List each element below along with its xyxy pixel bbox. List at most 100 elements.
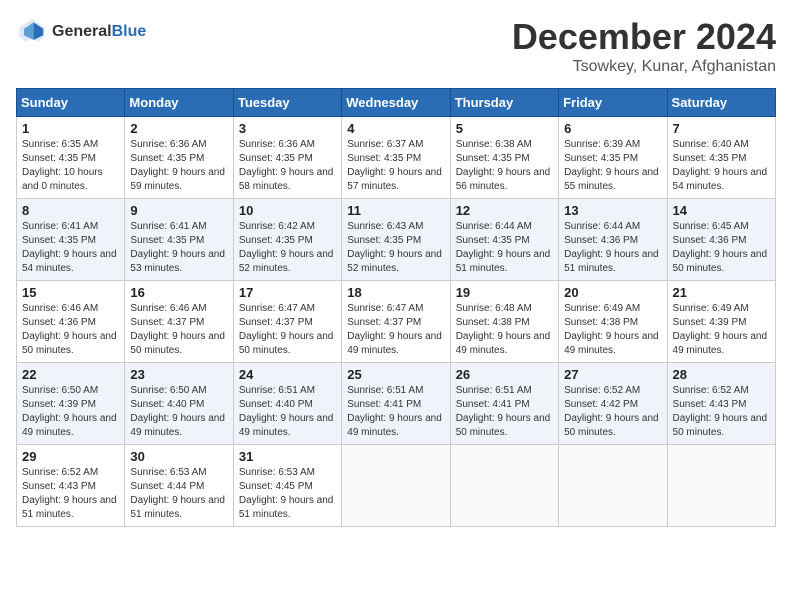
sunset-label: Sunset: 4:41 PM: [347, 399, 421, 410]
day-info: Sunrise: 6:52 AM Sunset: 4:42 PM Dayligh…: [564, 384, 661, 440]
daylight-label: Daylight: 9 hours and 51 minutes.: [239, 495, 334, 520]
daylight-label: Daylight: 9 hours and 50 minutes.: [456, 413, 551, 438]
calendar-cell: 27 Sunrise: 6:52 AM Sunset: 4:42 PM Dayl…: [559, 363, 667, 445]
daylight-label: Daylight: 9 hours and 50 minutes.: [564, 413, 659, 438]
sunset-label: Sunset: 4:35 PM: [564, 153, 638, 164]
calendar-cell: 10 Sunrise: 6:42 AM Sunset: 4:35 PM Dayl…: [233, 199, 341, 281]
day-info: Sunrise: 6:51 AM Sunset: 4:40 PM Dayligh…: [239, 384, 336, 440]
calendar-cell: 12 Sunrise: 6:44 AM Sunset: 4:35 PM Dayl…: [450, 199, 558, 281]
day-number: 27: [564, 367, 661, 382]
sunrise-label: Sunrise: 6:52 AM: [22, 467, 98, 478]
daylight-label: Daylight: 9 hours and 51 minutes.: [130, 495, 225, 520]
daylight-label: Daylight: 9 hours and 55 minutes.: [564, 167, 659, 192]
daylight-label: Daylight: 9 hours and 49 minutes.: [347, 413, 442, 438]
day-number: 19: [456, 285, 553, 300]
calendar-cell: 23 Sunrise: 6:50 AM Sunset: 4:40 PM Dayl…: [125, 363, 233, 445]
calendar-week-row: 29 Sunrise: 6:52 AM Sunset: 4:43 PM Dayl…: [17, 445, 776, 527]
day-number: 8: [22, 203, 119, 218]
day-info: Sunrise: 6:52 AM Sunset: 4:43 PM Dayligh…: [673, 384, 770, 440]
calendar-cell: 24 Sunrise: 6:51 AM Sunset: 4:40 PM Dayl…: [233, 363, 341, 445]
day-number: 31: [239, 449, 336, 464]
calendar-cell: [342, 445, 450, 527]
calendar-week-row: 8 Sunrise: 6:41 AM Sunset: 4:35 PM Dayli…: [17, 199, 776, 281]
daylight-label: Daylight: 9 hours and 59 minutes.: [130, 167, 225, 192]
daylight-label: Daylight: 9 hours and 50 minutes.: [673, 413, 768, 438]
sunset-label: Sunset: 4:39 PM: [22, 399, 96, 410]
sunrise-label: Sunrise: 6:43 AM: [347, 221, 423, 232]
calendar-cell: 26 Sunrise: 6:51 AM Sunset: 4:41 PM Dayl…: [450, 363, 558, 445]
day-info: Sunrise: 6:46 AM Sunset: 4:36 PM Dayligh…: [22, 302, 119, 358]
daylight-label: Daylight: 9 hours and 49 minutes.: [22, 413, 117, 438]
logo-text: GeneralBlue: [52, 23, 146, 41]
calendar-cell: 9 Sunrise: 6:41 AM Sunset: 4:35 PM Dayli…: [125, 199, 233, 281]
day-number: 20: [564, 285, 661, 300]
sunset-label: Sunset: 4:37 PM: [130, 317, 204, 328]
sunrise-label: Sunrise: 6:36 AM: [130, 139, 206, 150]
sunset-label: Sunset: 4:37 PM: [239, 317, 313, 328]
day-number: 16: [130, 285, 227, 300]
location-title: Tsowkey, Kunar, Afghanistan: [512, 58, 776, 76]
day-info: Sunrise: 6:46 AM Sunset: 4:37 PM Dayligh…: [130, 302, 227, 358]
day-info: Sunrise: 6:45 AM Sunset: 4:36 PM Dayligh…: [673, 220, 770, 276]
day-info: Sunrise: 6:47 AM Sunset: 4:37 PM Dayligh…: [347, 302, 444, 358]
calendar-cell: 30 Sunrise: 6:53 AM Sunset: 4:44 PM Dayl…: [125, 445, 233, 527]
daylight-label: Daylight: 9 hours and 54 minutes.: [22, 249, 117, 274]
daylight-label: Daylight: 9 hours and 49 minutes.: [347, 331, 442, 356]
sunset-label: Sunset: 4:44 PM: [130, 481, 204, 492]
day-number: 6: [564, 121, 661, 136]
sunset-label: Sunset: 4:36 PM: [673, 235, 747, 246]
day-number: 1: [22, 121, 119, 136]
day-info: Sunrise: 6:43 AM Sunset: 4:35 PM Dayligh…: [347, 220, 444, 276]
sunrise-label: Sunrise: 6:41 AM: [130, 221, 206, 232]
sunrise-label: Sunrise: 6:44 AM: [456, 221, 532, 232]
day-number: 13: [564, 203, 661, 218]
day-number: 30: [130, 449, 227, 464]
day-info: Sunrise: 6:37 AM Sunset: 4:35 PM Dayligh…: [347, 138, 444, 194]
sunrise-label: Sunrise: 6:42 AM: [239, 221, 315, 232]
logo-general: General: [52, 23, 112, 40]
sunset-label: Sunset: 4:35 PM: [22, 153, 96, 164]
sunrise-label: Sunrise: 6:37 AM: [347, 139, 423, 150]
sunset-label: Sunset: 4:35 PM: [456, 153, 530, 164]
calendar-cell: 20 Sunrise: 6:49 AM Sunset: 4:38 PM Dayl…: [559, 281, 667, 363]
page-header: GeneralBlue December 2024 Tsowkey, Kunar…: [16, 16, 776, 76]
day-info: Sunrise: 6:39 AM Sunset: 4:35 PM Dayligh…: [564, 138, 661, 194]
calendar-cell: 4 Sunrise: 6:37 AM Sunset: 4:35 PM Dayli…: [342, 117, 450, 199]
sunrise-label: Sunrise: 6:35 AM: [22, 139, 98, 150]
daylight-label: Daylight: 9 hours and 51 minutes.: [456, 249, 551, 274]
calendar-header-row: SundayMondayTuesdayWednesdayThursdayFrid…: [17, 89, 776, 117]
daylight-label: Daylight: 9 hours and 49 minutes.: [130, 413, 225, 438]
daylight-label: Daylight: 9 hours and 49 minutes.: [239, 413, 334, 438]
daylight-label: Daylight: 9 hours and 54 minutes.: [673, 167, 768, 192]
sunset-label: Sunset: 4:37 PM: [347, 317, 421, 328]
sunset-label: Sunset: 4:43 PM: [673, 399, 747, 410]
calendar-cell: 25 Sunrise: 6:51 AM Sunset: 4:41 PM Dayl…: [342, 363, 450, 445]
logo-blue: Blue: [112, 23, 147, 40]
sunrise-label: Sunrise: 6:50 AM: [130, 385, 206, 396]
sunrise-label: Sunrise: 6:53 AM: [239, 467, 315, 478]
sunset-label: Sunset: 4:36 PM: [22, 317, 96, 328]
calendar-day-header: Monday: [125, 89, 233, 117]
day-number: 12: [456, 203, 553, 218]
calendar-cell: 11 Sunrise: 6:43 AM Sunset: 4:35 PM Dayl…: [342, 199, 450, 281]
day-info: Sunrise: 6:53 AM Sunset: 4:45 PM Dayligh…: [239, 466, 336, 522]
calendar-day-header: Thursday: [450, 89, 558, 117]
daylight-label: Daylight: 9 hours and 49 minutes.: [673, 331, 768, 356]
day-number: 15: [22, 285, 119, 300]
day-number: 9: [130, 203, 227, 218]
sunrise-label: Sunrise: 6:47 AM: [239, 303, 315, 314]
daylight-label: Daylight: 9 hours and 49 minutes.: [564, 331, 659, 356]
day-info: Sunrise: 6:51 AM Sunset: 4:41 PM Dayligh…: [347, 384, 444, 440]
day-number: 22: [22, 367, 119, 382]
daylight-label: Daylight: 9 hours and 50 minutes.: [239, 331, 334, 356]
calendar-cell: [559, 445, 667, 527]
daylight-label: Daylight: 9 hours and 49 minutes.: [456, 331, 551, 356]
day-info: Sunrise: 6:50 AM Sunset: 4:39 PM Dayligh…: [22, 384, 119, 440]
day-number: 5: [456, 121, 553, 136]
day-number: 4: [347, 121, 444, 136]
sunset-label: Sunset: 4:42 PM: [564, 399, 638, 410]
day-info: Sunrise: 6:38 AM Sunset: 4:35 PM Dayligh…: [456, 138, 553, 194]
sunset-label: Sunset: 4:35 PM: [239, 153, 313, 164]
sunrise-label: Sunrise: 6:48 AM: [456, 303, 532, 314]
sunset-label: Sunset: 4:40 PM: [239, 399, 313, 410]
